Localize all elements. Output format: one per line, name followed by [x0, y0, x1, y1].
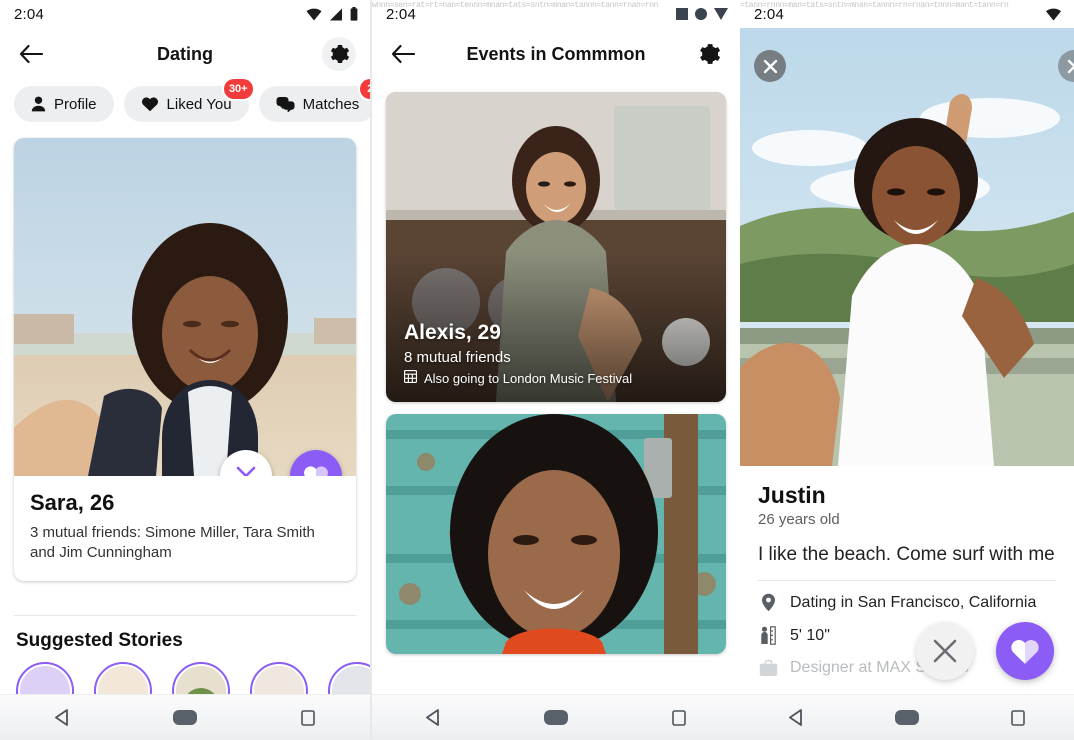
- profile-photo: [14, 138, 356, 476]
- detail-row-text: 5' 10": [790, 626, 830, 644]
- stories-row[interactable]: [0, 662, 370, 694]
- event-card[interactable]: [386, 414, 726, 654]
- profile-card[interactable]: Sara, 26 3 mutual friends: Simone Miller…: [14, 138, 356, 581]
- nav-home-icon[interactable]: [534, 703, 578, 733]
- profile-mutual-friends: 3 mutual friends: Simone Miller, Tara Sm…: [30, 524, 315, 561]
- status-clock: 2:04: [386, 5, 416, 23]
- detail-divider: [758, 580, 1056, 581]
- suggested-stories-title: Suggested Stories: [16, 630, 183, 651]
- phone-panel-events: wnnn=sen=rat=rt=nan=tennn=mnan=tats=sntn…: [372, 0, 740, 740]
- location-pin-icon: [758, 593, 778, 612]
- chip-label: Profile: [54, 95, 97, 113]
- circle-icon: [695, 8, 707, 20]
- profile-name: Justin: [758, 482, 826, 508]
- app-bar: Events in Commmon: [372, 28, 740, 80]
- triangle-down-icon: [714, 8, 728, 20]
- status-icons: [306, 7, 358, 21]
- profile-bio: I like the beach. Come surf with me: [758, 544, 1055, 565]
- close-icon[interactable]: [754, 50, 786, 82]
- wifi-icon: [1045, 8, 1062, 21]
- event-card[interactable]: Alexis, 29 8 mutual friends Also going t…: [386, 92, 726, 402]
- event-line: Also going to London Music Festival: [403, 369, 710, 386]
- events-scroll-area[interactable]: Alexis, 29 8 mutual friends Also going t…: [372, 80, 740, 694]
- chip-label: Liked You: [166, 95, 232, 113]
- event-photo: Alexis, 29 8 mutual friends Also going t…: [386, 92, 726, 402]
- card-action-buttons: [220, 450, 342, 476]
- pass-button[interactable]: [916, 622, 974, 680]
- story-item[interactable]: [250, 662, 308, 694]
- event-mutual-friends: 8 mutual friends: [404, 349, 511, 366]
- pass-button[interactable]: [220, 450, 272, 476]
- detail-scroll-area[interactable]: Justin 26 years old I like the beach. Co…: [740, 28, 1074, 694]
- wifi-icon: [306, 8, 322, 21]
- detail-row-location: Dating in San Francisco, California: [758, 593, 1056, 612]
- story-item[interactable]: [94, 662, 152, 694]
- back-arrow-icon[interactable]: [386, 37, 420, 71]
- event-card-text: Alexis, 29 8 mutual friends Also going t…: [403, 321, 710, 386]
- height-ruler-icon: [758, 626, 778, 645]
- event-name: Also going to London Music Festival: [424, 370, 633, 386]
- chip-matches[interactable]: Matches 2: [258, 79, 370, 122]
- nav-recents-icon[interactable]: [996, 703, 1040, 733]
- detail-action-buttons: [916, 622, 1054, 680]
- page-title: Events in Commmon: [466, 43, 646, 64]
- briefcase-icon: [758, 659, 778, 677]
- back-arrow-icon[interactable]: [14, 37, 48, 71]
- status-clock: 2:04: [754, 5, 784, 23]
- calendar-icon: [403, 369, 418, 386]
- story-item[interactable]: [172, 662, 230, 694]
- like-button[interactable]: [996, 622, 1054, 680]
- chat-bubbles-icon: [276, 96, 295, 112]
- gear-icon[interactable]: [322, 37, 356, 71]
- event-person-name: Alexis, 29: [404, 321, 501, 344]
- status-icons: [1045, 8, 1062, 21]
- person-icon: [31, 96, 46, 112]
- android-nav-bar: [0, 694, 370, 740]
- status-bar: 2:04: [740, 0, 1074, 28]
- status-clock: 2:04: [14, 5, 44, 23]
- signal-icon: [329, 8, 343, 21]
- status-badge: 2: [360, 79, 370, 99]
- nav-back-icon[interactable]: [411, 703, 455, 733]
- heart-icon: [141, 96, 159, 112]
- story-item[interactable]: [328, 662, 370, 694]
- gear-icon[interactable]: [692, 37, 726, 71]
- phone-panel-dating: 2:04 Dating Profile Liked You 30+ Matche…: [0, 0, 370, 740]
- app-bar: Dating: [0, 28, 370, 80]
- nav-recents-icon[interactable]: [657, 703, 701, 733]
- status-bar: 2:04: [372, 0, 740, 28]
- square-icon: [676, 8, 688, 20]
- nav-back-icon[interactable]: [40, 703, 84, 733]
- battery-icon: [350, 7, 358, 21]
- profile-meta: Sara, 26 3 mutual friends: Simone Miller…: [14, 476, 356, 581]
- feed-scroll-area[interactable]: Sara, 26 3 mutual friends: Simone Miller…: [0, 132, 370, 694]
- like-button[interactable]: [290, 450, 342, 476]
- event-photo: [386, 414, 726, 654]
- hero-photo: [740, 28, 1074, 466]
- nav-home-icon[interactable]: [885, 703, 929, 733]
- status-bar: 2:04: [0, 0, 370, 28]
- chip-profile[interactable]: Profile: [14, 86, 114, 122]
- status-icons: [676, 8, 728, 20]
- detail-row-text: Dating in San Francisco, California: [790, 593, 1037, 611]
- nav-recents-icon[interactable]: [286, 703, 330, 733]
- screenshot-stage: 2:04 Dating Profile Liked You 30+ Matche…: [0, 0, 1074, 740]
- profile-age: 26 years old: [758, 511, 840, 528]
- status-badge: 30+: [223, 79, 253, 99]
- profile-name: Sara, 26: [30, 490, 115, 515]
- android-nav-bar: [740, 694, 1074, 740]
- page-title: Dating: [157, 43, 213, 64]
- filter-chip-row: Profile Liked You 30+ Matches 2: [0, 79, 370, 132]
- phone-panel-profile-detail: =tann=rnnn=man=tats=sntn=mnan=tannn=rn=r…: [740, 0, 1074, 740]
- chip-label: Matches: [302, 95, 360, 113]
- android-nav-bar: [372, 694, 740, 740]
- nav-home-icon[interactable]: [163, 703, 207, 733]
- story-item[interactable]: [16, 662, 74, 694]
- chip-liked-you[interactable]: Liked You 30+: [123, 79, 253, 122]
- nav-back-icon[interactable]: [774, 703, 818, 733]
